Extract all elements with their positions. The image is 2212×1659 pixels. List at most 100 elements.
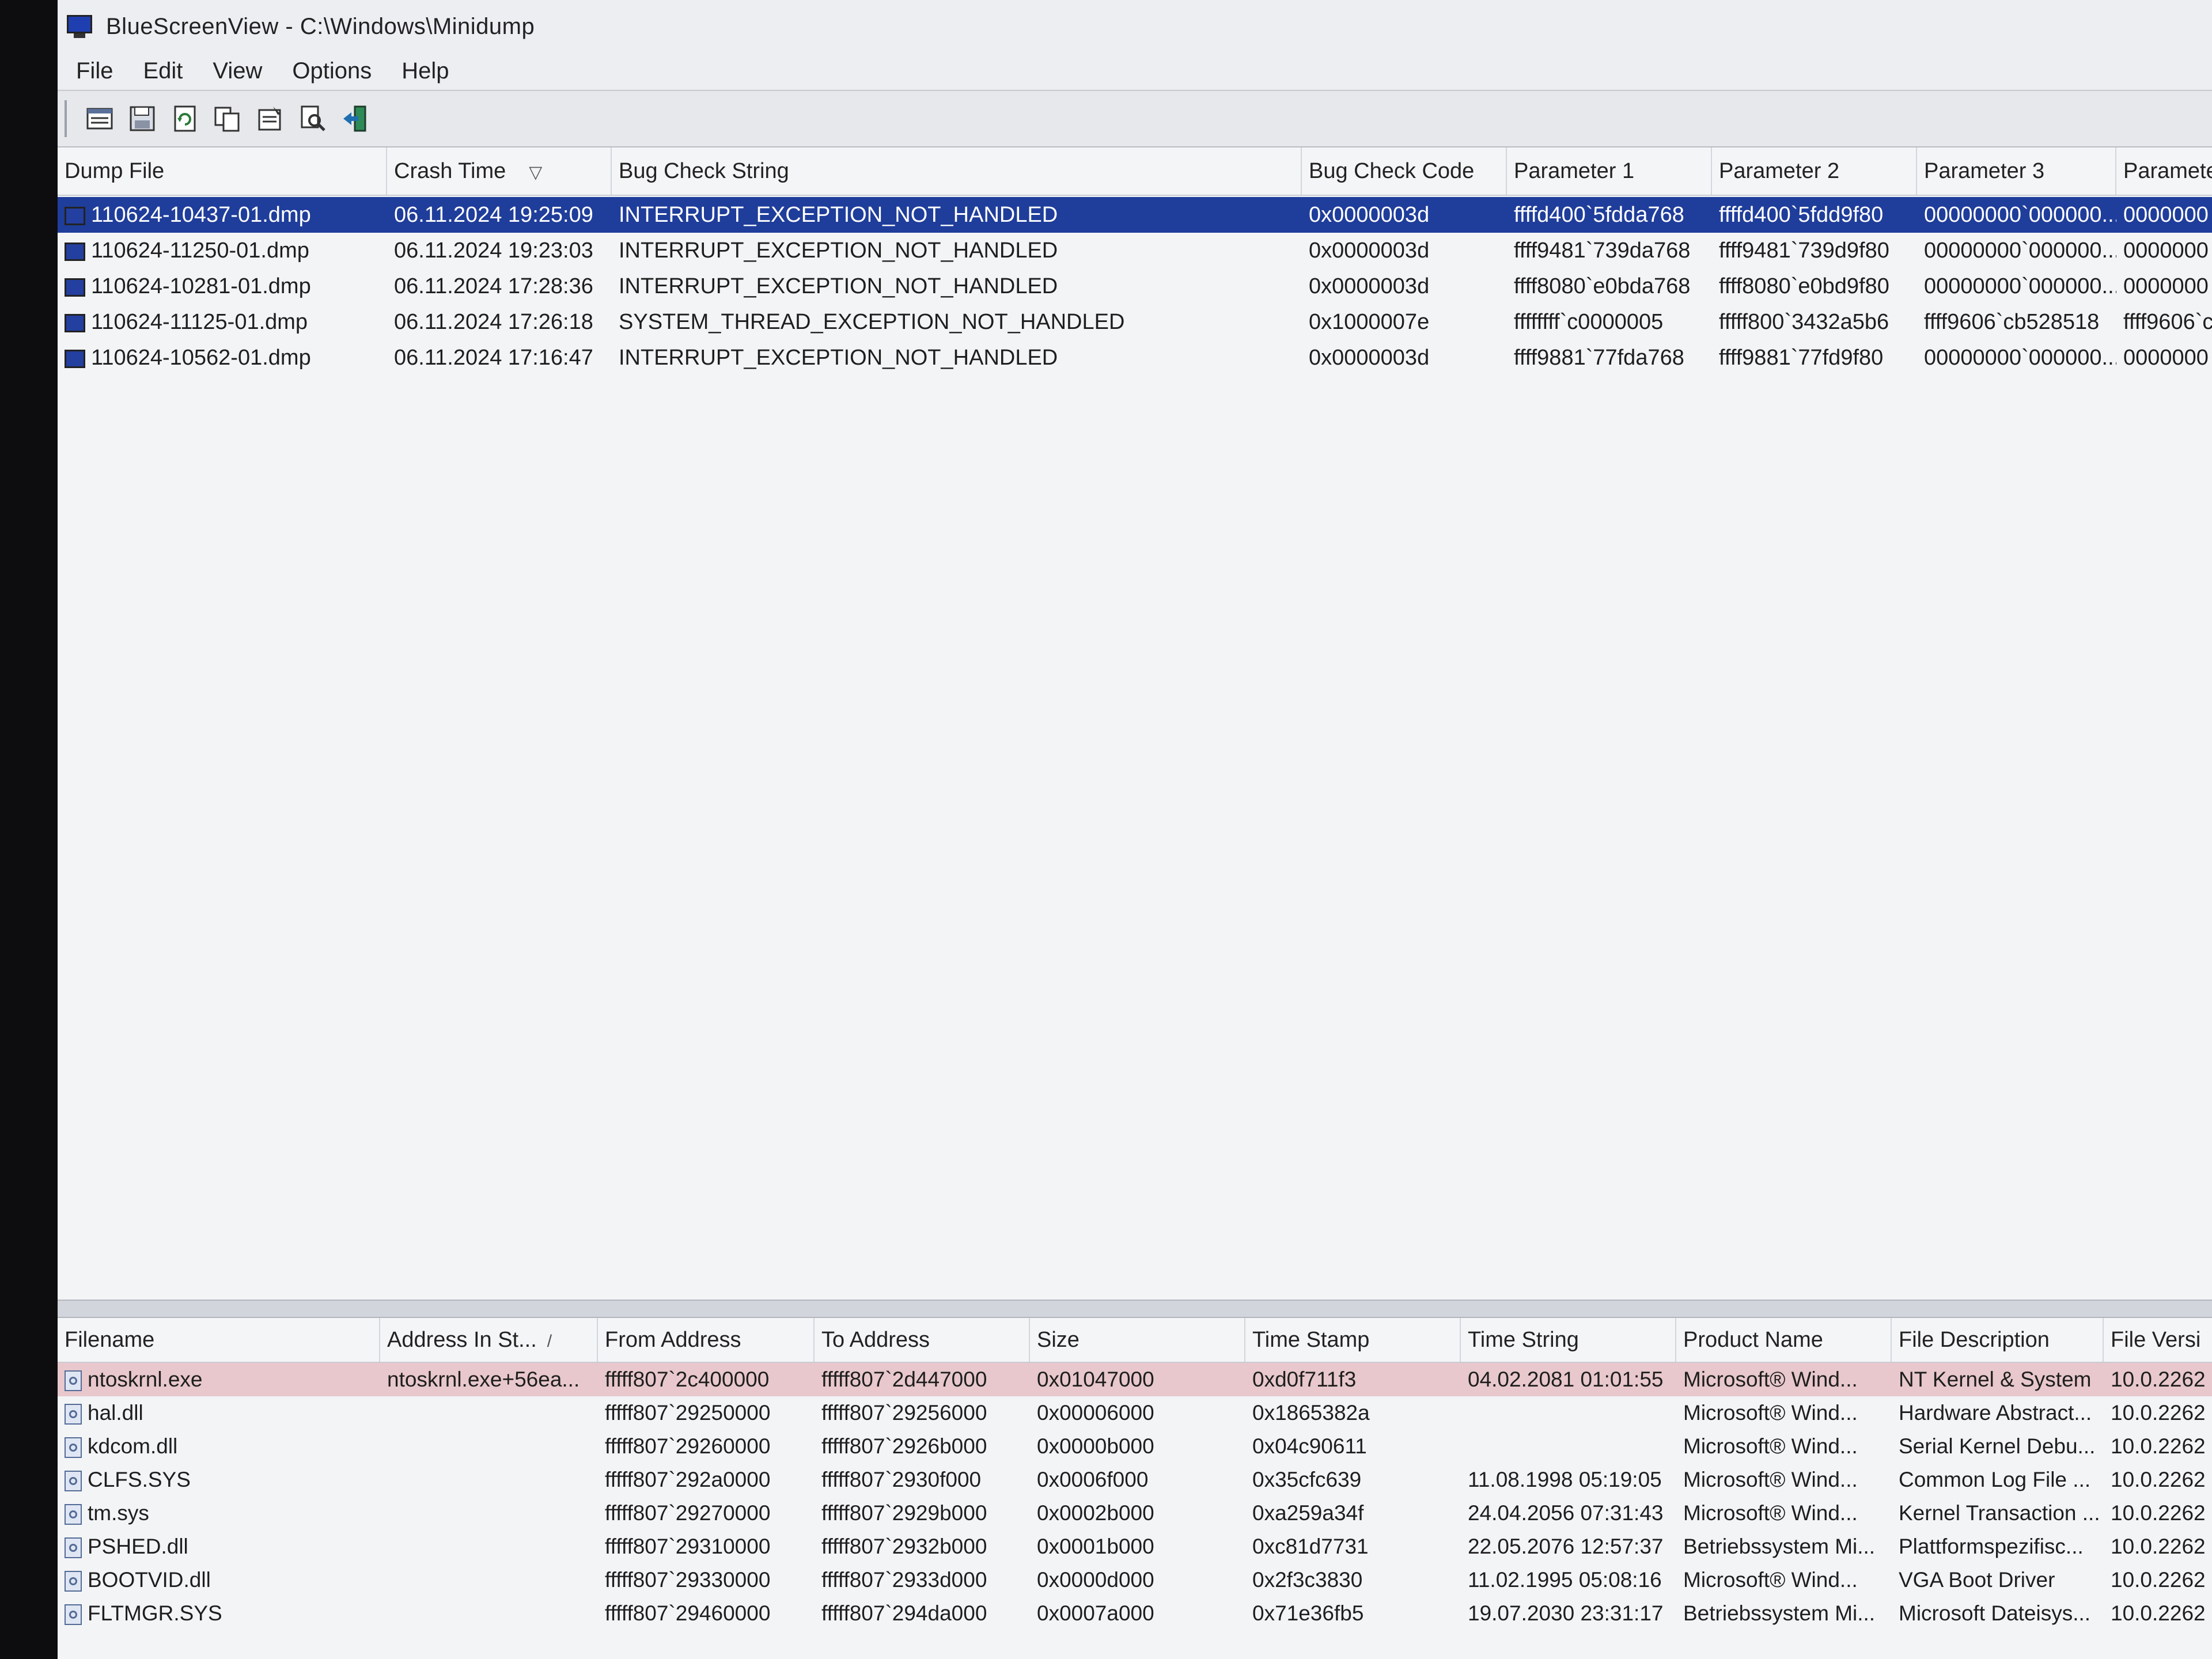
crash-time: 06.11.2024 17:28:36 bbox=[394, 274, 593, 298]
product-name: Microsoft® Wind... bbox=[1683, 1568, 1858, 1592]
save-button[interactable] bbox=[127, 103, 158, 134]
html-report-button[interactable] bbox=[84, 103, 115, 134]
to-address: fffff807`2932b000 bbox=[821, 1535, 987, 1558]
driver-file-icon bbox=[65, 1370, 82, 1392]
parameter-3: 00000000`000000... bbox=[1924, 238, 2116, 263]
col-address-in-stack-label: Address In St... bbox=[387, 1328, 537, 1352]
file-description: VGA Boot Driver bbox=[1899, 1568, 2055, 1592]
time-string bbox=[1461, 1430, 1676, 1463]
address-in-stack: ntoskrnl.exe+56ea... bbox=[387, 1368, 580, 1391]
file-version: 10.0.2262 bbox=[2111, 1468, 2206, 1491]
driver-row[interactable]: tm.sys fffff807`29270000 fffff807`2929b0… bbox=[58, 1497, 2212, 1530]
driver-row[interactable]: CLFS.SYS fffff807`292a0000 fffff807`2930… bbox=[58, 1463, 2212, 1497]
address-in-stack bbox=[380, 1430, 598, 1463]
title-bar: BlueScreenView - C:\Windows\Minidump bbox=[58, 0, 2212, 53]
menu-edit[interactable]: Edit bbox=[130, 56, 195, 86]
menu-options[interactable]: Options bbox=[279, 56, 384, 86]
crash-row[interactable]: 110624-11125-01.dmp 06.11.2024 17:26:18 … bbox=[58, 304, 2212, 340]
to-address: fffff807`2d447000 bbox=[821, 1368, 987, 1391]
col-filename[interactable]: Filename bbox=[58, 1318, 380, 1362]
col-size[interactable]: Size bbox=[1030, 1318, 1245, 1362]
col-from-address[interactable]: From Address bbox=[598, 1318, 815, 1362]
parameter-2: ffff8080`e0bd9f80 bbox=[1719, 274, 1889, 298]
crash-time: 06.11.2024 17:26:18 bbox=[394, 310, 593, 334]
col-address-in-stack[interactable]: Address In St... / bbox=[380, 1318, 598, 1362]
driver-row[interactable]: FLTMGR.SYS fffff807`29460000 fffff807`29… bbox=[58, 1597, 2212, 1630]
driver-row[interactable]: ntoskrnl.exe ntoskrnl.exe+56ea... fffff8… bbox=[58, 1363, 2212, 1396]
time-string: 11.02.1995 05:08:16 bbox=[1468, 1568, 1662, 1592]
col-file-description[interactable]: File Description bbox=[1892, 1318, 2104, 1362]
driver-row[interactable]: PSHED.dll fffff807`29310000 fffff807`293… bbox=[58, 1530, 2212, 1563]
time-stamp: 0xc81d7731 bbox=[1252, 1535, 1369, 1558]
driver-file-icon bbox=[65, 1404, 82, 1425]
col-file-version[interactable]: File Versi bbox=[2104, 1318, 2212, 1362]
refresh-button[interactable] bbox=[169, 103, 200, 134]
file-version: 10.0.2262 bbox=[2111, 1401, 2206, 1425]
dump-file: 110624-10562-01.dmp bbox=[91, 346, 311, 370]
dump-file-icon bbox=[65, 206, 85, 225]
parameter-1: ffff8080`e0bda768 bbox=[1514, 274, 1691, 298]
col-to-address[interactable]: To Address bbox=[815, 1318, 1030, 1362]
filename: BOOTVID.dll bbox=[88, 1568, 211, 1592]
sort-descending-icon: ▽ bbox=[529, 163, 543, 182]
col-product-name[interactable]: Product Name bbox=[1676, 1318, 1892, 1362]
driver-list[interactable]: Filename Address In St... / From Address … bbox=[58, 1318, 2212, 1659]
driver-row[interactable]: kdcom.dll fffff807`29260000 fffff807`292… bbox=[58, 1430, 2212, 1463]
file-description: Common Log File ... bbox=[1899, 1468, 2091, 1491]
time-stamp: 0x1865382a bbox=[1252, 1401, 1370, 1425]
col-parameter-1[interactable]: Parameter 1 bbox=[1507, 147, 1712, 195]
size: 0x0006f000 bbox=[1037, 1468, 1149, 1491]
col-crash-time[interactable]: Crash Time ▽ bbox=[387, 147, 612, 195]
col-dump-file[interactable]: Dump File bbox=[58, 147, 387, 195]
col-parameter-3[interactable]: Parameter 3 bbox=[1917, 147, 2116, 195]
col-parameter-2[interactable]: Parameter 2 bbox=[1712, 147, 1917, 195]
menu-help[interactable]: Help bbox=[389, 56, 461, 86]
crash-list[interactable]: Dump File Crash Time ▽ Bug Check String B… bbox=[58, 147, 2212, 1300]
crash-row[interactable]: 110624-10281-01.dmp 06.11.2024 17:28:36 … bbox=[58, 268, 2212, 304]
save-icon bbox=[130, 106, 155, 131]
bug-check-string: SYSTEM_THREAD_EXCEPTION_NOT_HANDLED bbox=[619, 310, 1125, 334]
col-parameter-4[interactable]: Paramete bbox=[2116, 147, 2212, 195]
menu-file[interactable]: File bbox=[63, 56, 126, 86]
col-time-string[interactable]: Time String bbox=[1461, 1318, 1676, 1362]
from-address: fffff807`292a0000 bbox=[605, 1468, 771, 1491]
html-report-icon bbox=[86, 108, 113, 130]
col-time-stamp[interactable]: Time Stamp bbox=[1245, 1318, 1461, 1362]
file-version: 10.0.2262 bbox=[2111, 1601, 2206, 1625]
crash-row[interactable]: 110624-10437-01.dmp 06.11.2024 19:25:09 … bbox=[58, 197, 2212, 233]
properties-button[interactable] bbox=[255, 103, 286, 134]
filename: kdcom.dll bbox=[88, 1434, 178, 1458]
col-bug-check-string[interactable]: Bug Check String bbox=[612, 147, 1302, 195]
find-button[interactable] bbox=[297, 103, 328, 134]
time-string: 04.02.2081 01:01:55 bbox=[1468, 1368, 1664, 1391]
pane-splitter[interactable] bbox=[58, 1300, 2212, 1318]
crash-row[interactable]: 110624-11250-01.dmp 06.11.2024 19:23:03 … bbox=[58, 233, 2212, 268]
parameter-4: ffff9606`c bbox=[2123, 310, 2212, 334]
bug-check-string: INTERRUPT_EXCEPTION_NOT_HANDLED bbox=[619, 346, 1058, 370]
menu-bar: File Edit View Options Help bbox=[58, 53, 2212, 89]
driver-row[interactable]: BOOTVID.dll fffff807`29330000 fffff807`2… bbox=[58, 1563, 2212, 1597]
toolbar-grip bbox=[65, 100, 67, 137]
time-string: 22.05.2076 12:57:37 bbox=[1468, 1535, 1664, 1558]
col-bug-check-code[interactable]: Bug Check Code bbox=[1302, 147, 1507, 195]
driver-row[interactable]: hal.dll fffff807`29250000 fffff807`29256… bbox=[58, 1396, 2212, 1430]
file-version: 10.0.2262 bbox=[2111, 1535, 2206, 1558]
to-address: fffff807`294da000 bbox=[821, 1601, 987, 1625]
parameter-1: ffffffff`c0000005 bbox=[1514, 310, 1664, 334]
menu-view[interactable]: View bbox=[200, 56, 275, 86]
from-address: fffff807`29270000 bbox=[605, 1501, 771, 1525]
app-window: BlueScreenView - C:\Windows\Minidump Fil… bbox=[58, 0, 2212, 1659]
from-address: fffff807`29330000 bbox=[605, 1568, 771, 1592]
copy-button[interactable] bbox=[212, 103, 243, 134]
bug-check-string: INTERRUPT_EXCEPTION_NOT_HANDLED bbox=[619, 238, 1058, 263]
file-version: 10.0.2262 bbox=[2111, 1501, 2206, 1525]
exit-button[interactable] bbox=[340, 103, 371, 134]
exit-icon bbox=[343, 105, 366, 132]
crash-row[interactable]: 110624-10562-01.dmp 06.11.2024 17:16:47 … bbox=[58, 340, 2212, 376]
to-address: fffff807`2933d000 bbox=[821, 1568, 987, 1592]
address-in-stack bbox=[380, 1396, 598, 1430]
parameter-4: 0000000 bbox=[2123, 346, 2209, 370]
copy-icon bbox=[214, 107, 240, 132]
driver-file-icon bbox=[65, 1471, 82, 1492]
crash-list-header: Dump File Crash Time ▽ Bug Check String B… bbox=[58, 147, 2212, 196]
